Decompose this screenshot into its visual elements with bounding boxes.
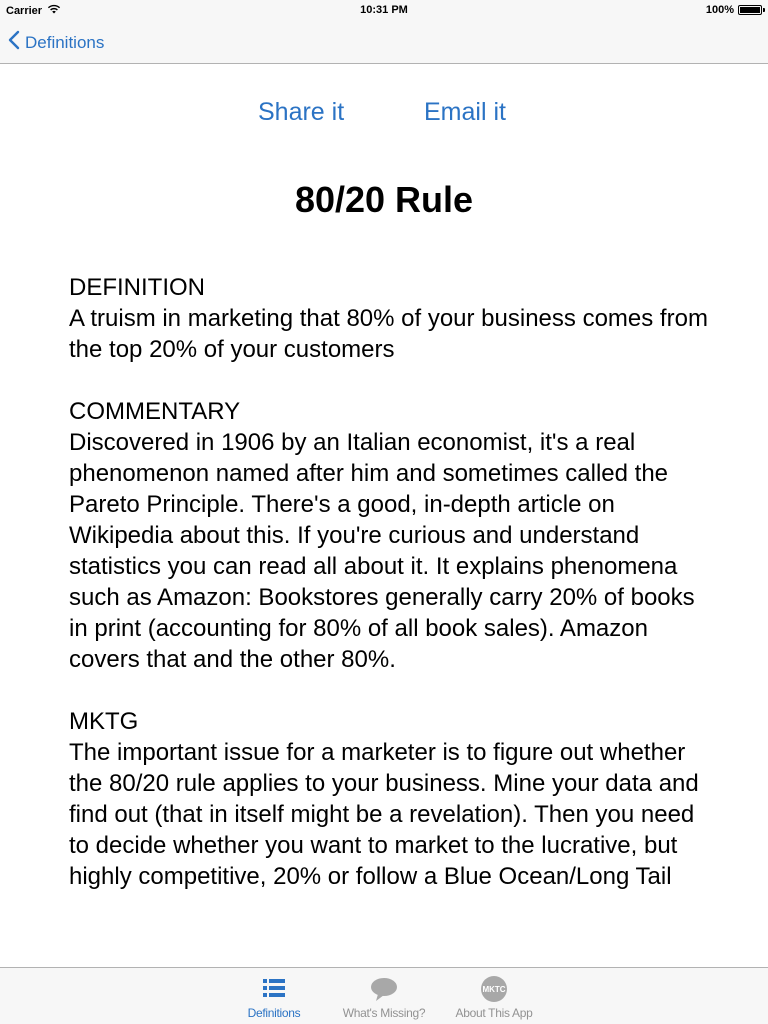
- section-heading: MKTG: [69, 708, 139, 735]
- battery-icon: [738, 5, 765, 15]
- term-body: DEFINITION A truism in marketing that 80…: [69, 272, 709, 892]
- section-body: The important issue for a marketer is to…: [69, 739, 699, 890]
- mktg-section: MKTG The important issue for a marketer …: [69, 706, 709, 892]
- section-body: Discovered in 1906 by an Italian economi…: [69, 429, 695, 673]
- battery-fill: [740, 7, 760, 13]
- status-time: 10:31 PM: [360, 4, 408, 16]
- tab-label: Definitions: [247, 1006, 301, 1020]
- tab-definitions[interactable]: Definitions: [224, 974, 324, 1020]
- commentary-section: COMMENTARY Discovered in 1906 by an Ital…: [69, 396, 709, 675]
- email-it-link[interactable]: Email it: [424, 98, 506, 127]
- chevron-left-icon: [8, 30, 20, 55]
- screen: Carrier 10:31 PM 100% Definitions Share …: [0, 0, 768, 1024]
- list-icon: [224, 974, 324, 1004]
- back-button[interactable]: Definitions: [8, 30, 104, 55]
- mktc-logo-icon: MKTC: [444, 974, 544, 1004]
- section-heading: COMMENTARY: [69, 398, 241, 425]
- svg-text:MKTC: MKTC: [482, 985, 505, 994]
- navigation-bar: Definitions: [0, 20, 768, 64]
- status-bar: Carrier 10:31 PM 100%: [0, 0, 768, 20]
- share-it-link[interactable]: Share it: [258, 98, 344, 127]
- tab-label: About This App: [455, 1006, 533, 1020]
- tab-whats-missing[interactable]: What's Missing?: [334, 974, 434, 1020]
- definition-content: Share it Email it 80/20 Rule DEFINITION …: [0, 64, 768, 934]
- section-body: A truism in marketing that 80% of your b…: [69, 305, 708, 363]
- speech-bubble-icon: [334, 974, 434, 1004]
- section-heading: DEFINITION: [69, 274, 205, 301]
- battery-percent: 100%: [705, 4, 734, 16]
- term-title: 80/20 Rule: [294, 179, 474, 220]
- tab-label: What's Missing?: [342, 1006, 426, 1020]
- back-button-label: Definitions: [25, 32, 105, 52]
- tab-about-this-app[interactable]: MKTC About This App: [444, 974, 544, 1020]
- definition-section: DEFINITION A truism in marketing that 80…: [69, 272, 709, 365]
- share-actions: Share it Email it: [0, 98, 768, 130]
- status-right: 100%: [705, 4, 765, 16]
- tab-bar: Definitions What's Missing? MKTC About T…: [0, 967, 768, 1024]
